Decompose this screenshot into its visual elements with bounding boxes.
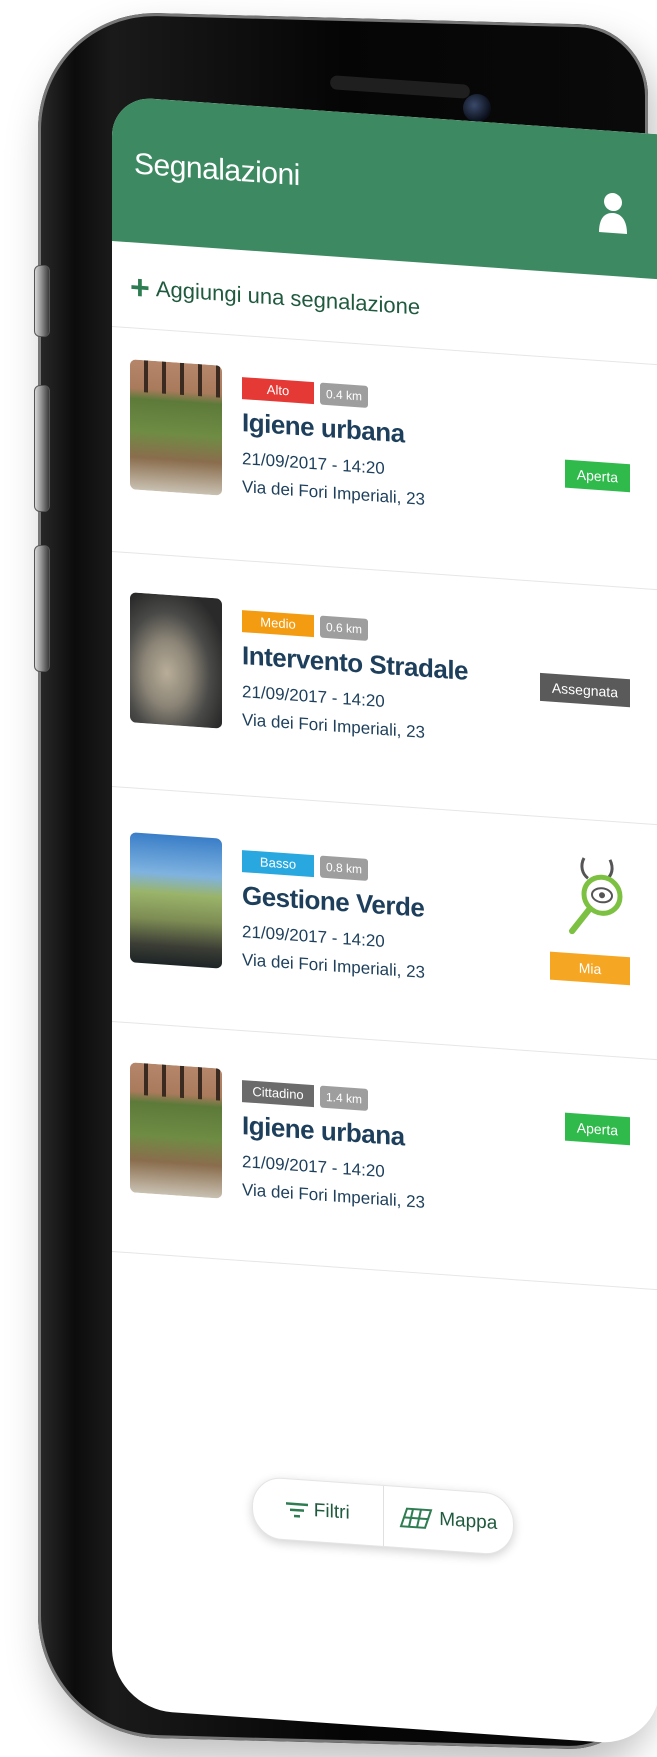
report-title: Igiene urbana <box>242 407 405 449</box>
filters-button[interactable]: Filtri <box>253 1477 383 1546</box>
divider <box>112 551 657 591</box>
report-photo <box>130 359 222 496</box>
report-card[interactable]: Cittadino 1.4 km Igiene urbana 21/09/201… <box>130 1062 640 1258</box>
report-address: Via dei Fori Imperiali, 23 <box>242 710 425 742</box>
priority-badge: Medio <box>242 610 314 638</box>
badge-row: Alto 0.4 km <box>242 377 369 408</box>
report-card[interactable]: Alto 0.4 km Igiene urbana 21/09/2017 - 1… <box>130 359 640 555</box>
magnifier-eye-icon <box>569 857 623 935</box>
filters-label: Filtri <box>313 1500 350 1524</box>
priority-badge: Alto <box>242 377 314 405</box>
add-report-button[interactable]: + Aggiungi una segnalazione <box>130 267 420 327</box>
report-title: Gestione Verde <box>242 880 425 923</box>
divider <box>112 1251 657 1291</box>
report-address: Via dei Fori Imperiali, 23 <box>242 950 425 982</box>
distance-badge: 0.4 km <box>320 382 369 408</box>
report-card[interactable]: Medio 0.6 km Intervento Stradale 21/09/2… <box>130 592 640 788</box>
badge-row: Basso 0.8 km <box>242 850 369 881</box>
report-datetime: 21/09/2017 - 14:20 <box>242 922 385 952</box>
map-button[interactable]: Mappa <box>384 1486 514 1555</box>
priority-badge: Basso <box>242 850 314 878</box>
report-address: Via dei Fori Imperiali, 23 <box>242 477 425 509</box>
volume-down-button <box>34 545 50 672</box>
map-icon <box>399 1507 433 1529</box>
priority-badge: Cittadino <box>242 1080 314 1108</box>
plus-icon: + <box>130 268 150 308</box>
distance-badge: 0.6 km <box>320 615 369 641</box>
report-photo <box>130 1062 222 1199</box>
divider <box>112 326 657 366</box>
report-photo <box>130 592 222 729</box>
report-datetime: 21/09/2017 - 14:20 <box>242 682 385 712</box>
mute-switch <box>34 265 50 337</box>
device-mockup: Segnalazioni + Aggiungi una segnalazione… <box>0 0 657 1757</box>
app-screen: Segnalazioni + Aggiungi una segnalazione… <box>112 96 657 1747</box>
page-title: Segnalazioni <box>134 147 300 193</box>
divider <box>112 786 657 826</box>
status-badge: Assegnata <box>539 672 630 708</box>
map-label: Mappa <box>439 1508 498 1534</box>
report-datetime: 21/09/2017 - 14:20 <box>242 449 385 479</box>
add-report-label: Aggiungi una segnalazione <box>155 276 421 320</box>
divider <box>112 1021 657 1061</box>
report-datetime: 21/09/2017 - 14:20 <box>242 1152 385 1182</box>
badge-row: Medio 0.6 km <box>242 610 369 641</box>
user-icon[interactable] <box>598 190 628 236</box>
front-camera <box>463 94 491 122</box>
status-badge: Mia <box>550 951 630 986</box>
status-badge: Aperta <box>564 1112 630 1146</box>
distance-badge: 1.4 km <box>320 1085 369 1111</box>
badge-row: Cittadino 1.4 km <box>242 1080 369 1111</box>
report-title: Igiene urbana <box>242 1110 405 1152</box>
report-card[interactable]: Basso 0.8 km Gestione Verde 21/09/2017 -… <box>130 832 640 1028</box>
volume-up-button <box>34 385 50 512</box>
distance-badge: 0.8 km <box>320 855 369 881</box>
report-title: Intervento Stradale <box>242 640 469 686</box>
report-address: Via dei Fori Imperiali, 23 <box>242 1180 425 1212</box>
report-photo <box>130 832 222 969</box>
status-badge: Aperta <box>564 459 630 493</box>
filter-icon <box>285 1502 308 1518</box>
bottom-action-bar: Filtri Mappa <box>252 1475 514 1557</box>
